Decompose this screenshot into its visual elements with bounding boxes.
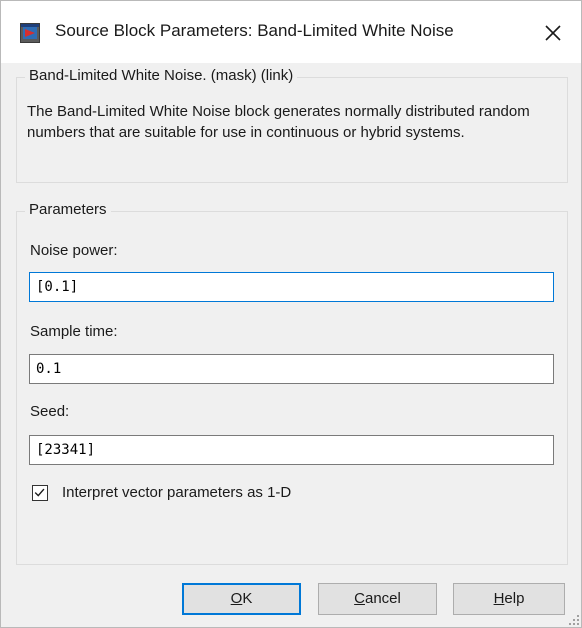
parameters-groupbox [16, 211, 568, 565]
close-icon[interactable] [539, 19, 567, 47]
sample-time-label: Sample time: [30, 323, 118, 340]
title-bar[interactable]: Source Block Parameters: Band-Limited Wh… [1, 1, 581, 63]
parameters-group-title: Parameters [25, 201, 111, 218]
noise-power-input[interactable] [29, 272, 554, 302]
help-mnemonic: H [493, 590, 505, 607]
interpret-vector-label: Interpret vector parameters as 1-D [62, 484, 292, 501]
dialog-title: Source Block Parameters: Band-Limited Wh… [55, 21, 454, 40]
cancel-label-rest: ancel [364, 590, 401, 607]
ok-mnemonic: O [230, 590, 243, 607]
help-label-rest: elp [504, 590, 525, 607]
ok-label-rest: K [242, 590, 253, 607]
description-group-title: Band-Limited White Noise. (mask) (link) [25, 67, 298, 84]
sample-time-input[interactable] [29, 354, 554, 384]
checkmark-icon [34, 488, 45, 497]
dialog-window: Source Block Parameters: Band-Limited Wh… [0, 0, 582, 628]
simulink-block-icon [20, 23, 40, 43]
noise-power-label: Noise power: [30, 242, 118, 259]
resize-grip-icon[interactable] [567, 613, 581, 627]
seed-label: Seed: [30, 403, 70, 420]
block-description: The Band-Limited White Noise block gener… [27, 103, 530, 141]
seed-input[interactable] [29, 435, 554, 465]
cancel-mnemonic: C [354, 590, 365, 607]
ok-button[interactable]: OK [182, 583, 301, 615]
checkbox-box[interactable] [32, 485, 48, 501]
cancel-button[interactable]: Cancel [318, 583, 437, 615]
help-button[interactable]: Help [453, 583, 565, 615]
